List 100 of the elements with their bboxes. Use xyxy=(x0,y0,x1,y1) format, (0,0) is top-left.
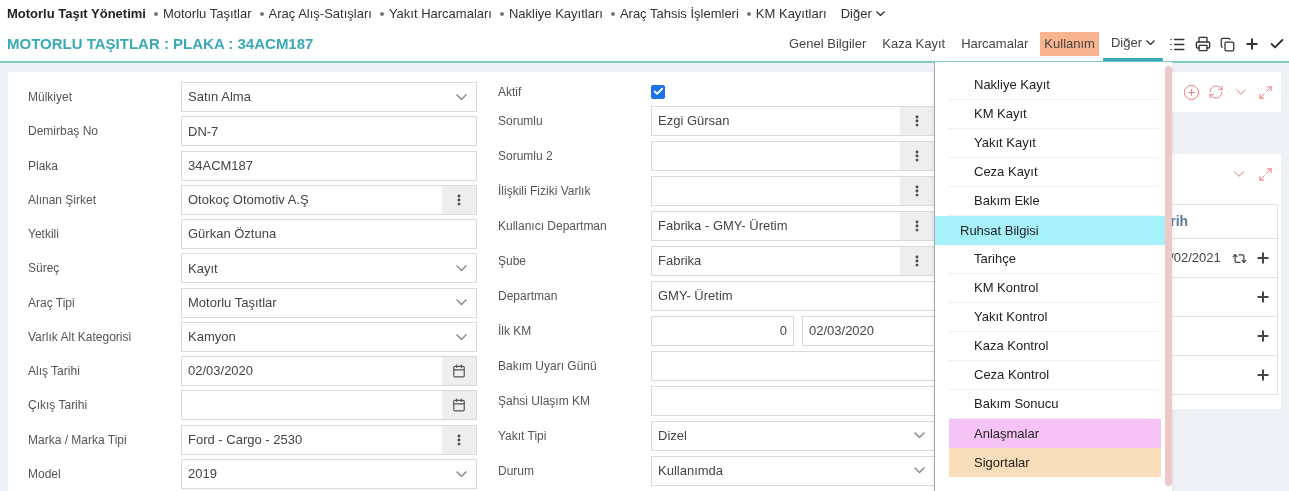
nav-link[interactable]: Nakliye Kayıtları xyxy=(508,3,603,24)
more-menu[interactable]: Diğer xyxy=(840,3,885,24)
field-label: Araç Tipi xyxy=(28,294,76,312)
menu-item[interactable]: Yakıt Kontrol xyxy=(949,303,1158,332)
input-field[interactable]: GMY- Üretim xyxy=(651,280,935,311)
tab[interactable]: Genel Bilgiler xyxy=(780,27,875,61)
menu-item[interactable]: Ceza Kontrol xyxy=(949,361,1158,390)
field-label: Şube xyxy=(498,252,528,270)
input-field[interactable] xyxy=(181,390,477,421)
field-label: İlişkili Fiziki Varlık xyxy=(498,182,592,200)
tab[interactable]: Kaza Kayıt xyxy=(874,27,954,61)
input-field[interactable] xyxy=(651,385,935,416)
menu-item[interactable]: Yakıt Kayıt xyxy=(949,129,1158,158)
nav-link[interactable]: Motorlu Taşıtlar xyxy=(162,3,252,24)
add-icon[interactable] xyxy=(1255,250,1271,266)
bullet-icon xyxy=(379,11,384,16)
calendar-icon xyxy=(452,364,466,379)
refresh-icon[interactable] xyxy=(1208,84,1224,100)
field-label: Şahsi Ulaşım KM xyxy=(498,392,592,410)
field-label: Departman xyxy=(498,287,559,305)
select-field[interactable]: 2019 xyxy=(181,458,477,489)
field-label: Bakım Uyarı Günü xyxy=(498,357,598,375)
select-field[interactable]: Satın Alma xyxy=(181,82,477,113)
input-field[interactable] xyxy=(651,350,935,381)
input-field[interactable]: Gürkan Öztuna xyxy=(181,219,477,250)
select-field[interactable]: Kullanımda xyxy=(651,455,935,486)
add-icon[interactable] xyxy=(1244,36,1260,52)
menu-item[interactable]: Tarihçe xyxy=(949,245,1158,274)
more-button[interactable] xyxy=(442,425,476,454)
input-field[interactable] xyxy=(651,175,935,206)
nav-link[interactable]: KM Kayıtları xyxy=(755,3,827,24)
nav-link[interactable]: Araç Tahsis İşlemleri xyxy=(619,3,739,24)
menu-item[interactable]: Ruhsat Bilgisi xyxy=(935,216,1165,245)
field-label: Demirbaş No xyxy=(28,123,100,141)
menu-item[interactable]: Nakliye Kayıt xyxy=(949,71,1158,100)
input-field[interactable]: DN-7 xyxy=(181,116,477,147)
page-title: MOTORLU TAŞITLAR : PLAKA : 34ACM187 xyxy=(7,33,315,54)
add-icon[interactable] xyxy=(1255,328,1271,344)
copy-icon[interactable] xyxy=(1220,36,1235,52)
menu-item[interactable]: Ceza Kayıt xyxy=(949,158,1158,187)
more-button[interactable] xyxy=(900,141,934,170)
tab[interactable]: Harcamalar xyxy=(953,27,1037,61)
field-label: Varlık Alt Kategorisi xyxy=(28,328,133,346)
select-field[interactable]: Kamyon xyxy=(181,321,477,352)
input-field[interactable]: 0 xyxy=(651,315,794,346)
add-icon[interactable] xyxy=(1255,289,1271,305)
bullet-icon xyxy=(259,11,264,16)
menu-item[interactable]: KM Kayıt xyxy=(949,100,1158,129)
field-label: Durum xyxy=(498,462,535,480)
input-field[interactable]: Otokoç Otomotiv A.Ş xyxy=(181,184,477,215)
input-field[interactable]: Fabrika - GMY- Üretim xyxy=(651,210,935,241)
bullet-icon xyxy=(610,11,615,16)
chevron-icon xyxy=(875,10,885,17)
chevron-icon xyxy=(914,432,925,439)
field-label: Alış Tarihi xyxy=(28,363,81,381)
field-label: Kullanıcı Departman xyxy=(498,217,608,235)
bullet-icon xyxy=(499,11,504,16)
input-field[interactable]: 02/03/2020 xyxy=(802,315,935,346)
calendar-button[interactable] xyxy=(442,391,476,420)
menu-item[interactable]: Anlaşmalar xyxy=(949,419,1161,448)
chevron-icon xyxy=(456,470,467,478)
field-label: Aktif xyxy=(498,83,523,101)
field-label: Yetkili xyxy=(28,226,60,244)
nav-link[interactable]: Yakıt Harcamaları xyxy=(388,3,492,24)
checkbox[interactable] xyxy=(651,84,665,99)
input-field[interactable]: 02/03/2020 xyxy=(181,356,477,387)
calendar-button[interactable] xyxy=(442,357,476,386)
chevron-icon xyxy=(456,333,467,341)
more-button[interactable] xyxy=(900,211,934,240)
table-cell-text: /02/2021 xyxy=(1170,249,1222,268)
more-button[interactable] xyxy=(900,176,934,205)
menu-item[interactable]: KM Kontrol xyxy=(949,274,1158,303)
expand-icon[interactable] xyxy=(1258,166,1273,182)
app-title: Motorlu Taşıt Yönetimi xyxy=(7,4,146,23)
more-button[interactable] xyxy=(900,106,934,135)
field-label: Çıkış Tarihi xyxy=(28,397,89,415)
calendar-icon xyxy=(452,398,466,413)
input-field[interactable]: Fabrika xyxy=(651,245,935,276)
more-button[interactable] xyxy=(442,185,476,214)
chevron-icon xyxy=(456,299,467,306)
print-icon[interactable] xyxy=(1195,36,1211,52)
input-field[interactable]: Ezgi Gürsan xyxy=(651,105,935,136)
input-field[interactable]: 34ACM187 xyxy=(181,150,477,181)
bullet-icon xyxy=(153,11,158,16)
more-button[interactable] xyxy=(900,246,934,275)
add-icon[interactable] xyxy=(1255,367,1271,383)
field-label: İlk KM xyxy=(498,322,533,340)
nav-link[interactable]: Araç Alış-Satışları xyxy=(268,3,372,24)
input-field[interactable]: Ford - Cargo - 2530 xyxy=(181,424,477,455)
field-label: Alınan Şirket xyxy=(28,191,98,209)
select-field[interactable]: Kayıt xyxy=(181,253,477,284)
select-field[interactable]: Dizel xyxy=(651,420,935,451)
field-label: Mülkiyet xyxy=(28,89,73,107)
menu-item[interactable]: Kaza Kontrol xyxy=(949,332,1158,361)
field-label: Model xyxy=(28,465,62,483)
menu-item[interactable]: Sigortalar xyxy=(949,448,1161,477)
field-label: Sorumlu 2 xyxy=(498,147,554,165)
input-field[interactable] xyxy=(651,140,935,171)
select-field[interactable]: Motorlu Taşıtlar xyxy=(181,287,477,318)
expand-icon[interactable] xyxy=(1258,84,1273,100)
